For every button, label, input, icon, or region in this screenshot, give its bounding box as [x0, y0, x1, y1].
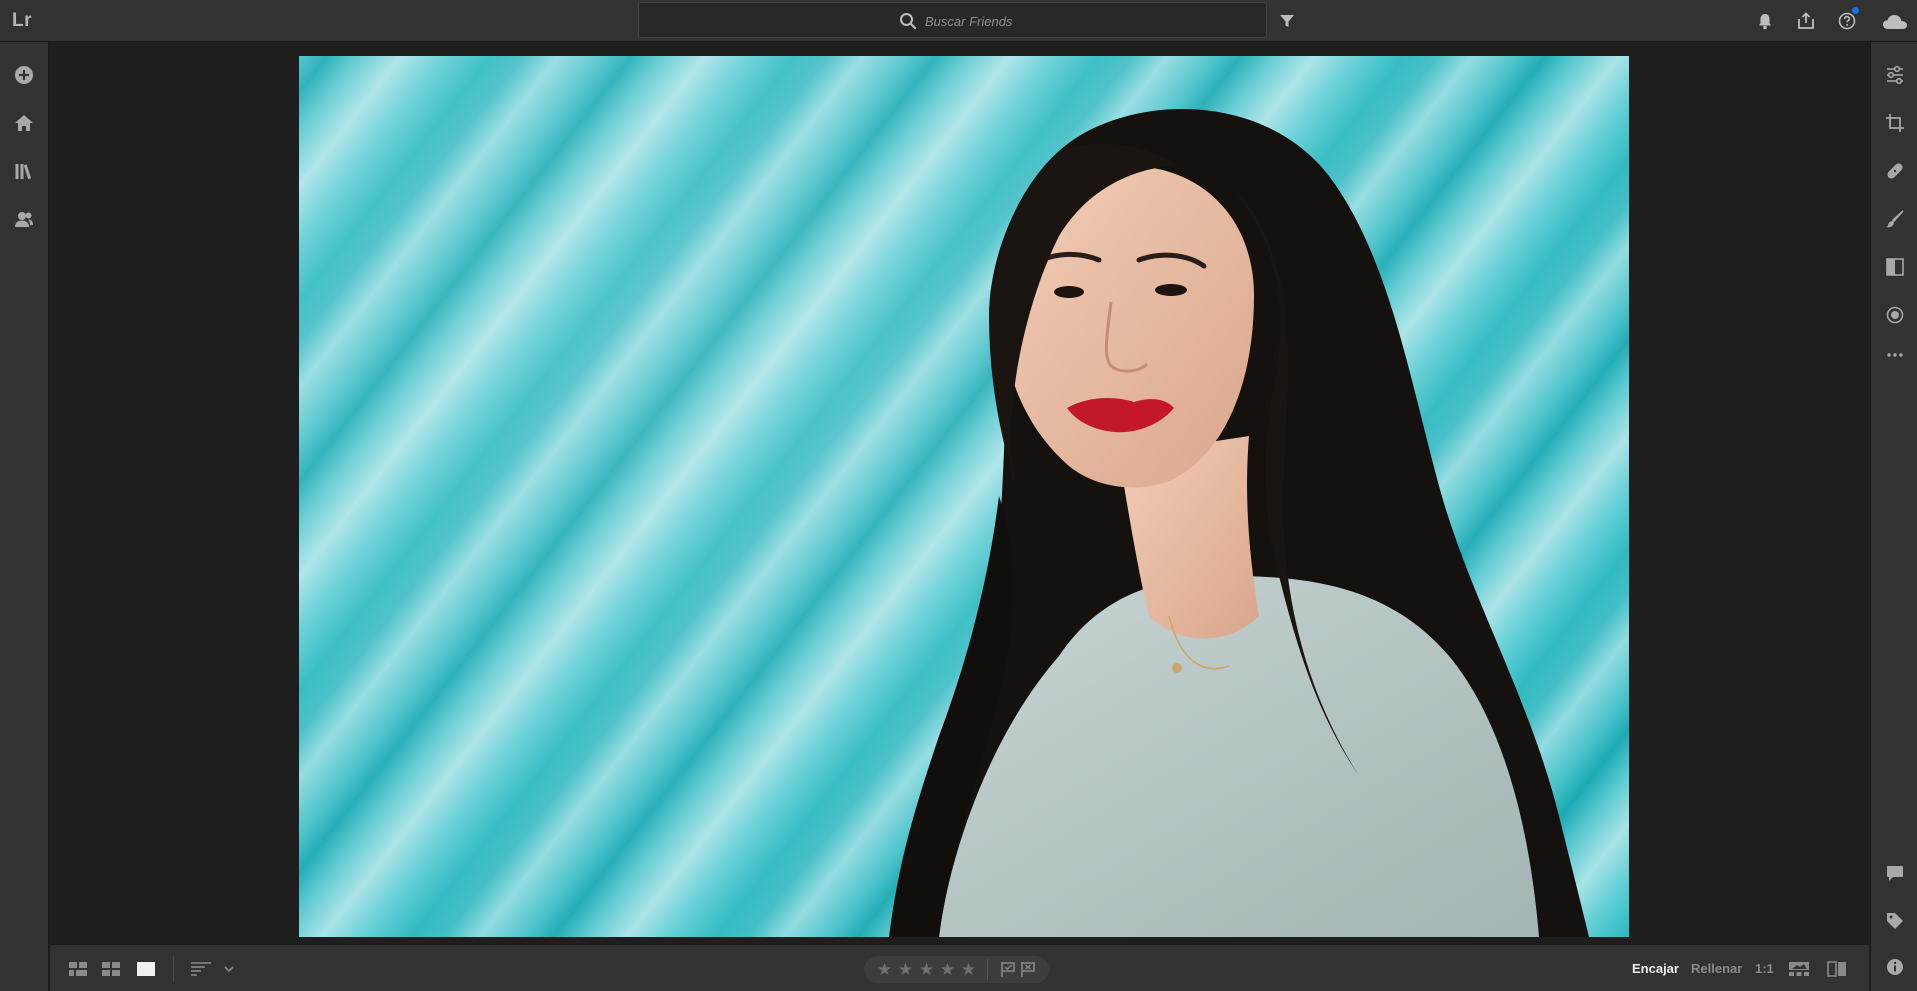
brush-icon [1886, 210, 1904, 228]
pick-flag-icon[interactable] [1000, 961, 1016, 978]
info-button[interactable] [1882, 954, 1908, 980]
tag-icon [1887, 913, 1903, 929]
home-button[interactable] [11, 110, 37, 136]
right-sidebar [1870, 42, 1917, 991]
portrait-illustration [299, 56, 1629, 937]
single-view-icon [137, 962, 155, 976]
star-3[interactable]: ★ [917, 960, 936, 979]
help-button[interactable] [1836, 7, 1859, 32]
rating-and-flags: ★ ★ ★ ★ ★ [864, 956, 1049, 983]
sort-icon [191, 962, 211, 976]
toolbar-divider [173, 956, 174, 982]
photo-canvas[interactable] [50, 43, 1869, 943]
compare-icon [1827, 961, 1846, 977]
square-grid-button[interactable] [68, 958, 88, 980]
library-button[interactable] [11, 158, 37, 184]
crop-icon [1886, 114, 1904, 132]
add-photos-icon [15, 66, 33, 84]
edit-button[interactable] [1882, 62, 1908, 88]
people-icon [15, 212, 33, 227]
filter-icon [1280, 15, 1294, 27]
sort-dropdown-button[interactable] [222, 958, 236, 980]
star-4[interactable]: ★ [938, 960, 957, 979]
comments-button[interactable] [1882, 860, 1908, 886]
app-logo[interactable]: Lr [12, 10, 32, 32]
brush-button[interactable] [1882, 206, 1908, 232]
radial-gradient-icon [1886, 306, 1904, 324]
square-grid-icon [69, 962, 87, 976]
compare-button[interactable] [1826, 958, 1848, 980]
share-icon [1798, 12, 1814, 29]
notifications-button[interactable] [1754, 10, 1776, 32]
filmstrip-icon [1789, 962, 1809, 976]
zoom-fit-button[interactable]: Encajar [1632, 961, 1679, 976]
info-icon [1887, 959, 1903, 975]
add-photos-button[interactable] [11, 62, 37, 88]
linear-gradient-button[interactable] [1882, 254, 1908, 280]
help-notification-badge [1852, 7, 1859, 14]
zoom-one-to-one-button[interactable]: 1:1 [1755, 961, 1774, 976]
cloud-sync-button[interactable] [1881, 10, 1909, 32]
radial-gradient-button[interactable] [1882, 302, 1908, 328]
share-button[interactable] [1795, 10, 1817, 32]
more-tools-button[interactable] [1882, 342, 1908, 368]
star-1[interactable]: ★ [875, 960, 894, 979]
star-5[interactable]: ★ [959, 960, 978, 979]
rating-divider [987, 959, 988, 980]
comments-icon [1887, 865, 1903, 881]
star-2[interactable]: ★ [896, 960, 915, 979]
edit-sliders-icon [1887, 65, 1903, 85]
bell-icon [1759, 13, 1771, 29]
search-input[interactable] [925, 12, 1245, 30]
bottom-bar: ★ ★ ★ ★ ★ Encajar Rellenar 1:1 [50, 944, 1869, 991]
healing-button[interactable] [1882, 158, 1908, 184]
left-sidebar [0, 42, 49, 991]
linear-gradient-icon [1886, 258, 1904, 276]
more-icon [1887, 353, 1903, 357]
zoom-fill-button[interactable]: Rellenar [1691, 961, 1742, 976]
top-bar: Lr [0, 0, 1917, 42]
crop-button[interactable] [1882, 110, 1908, 136]
sort-button[interactable] [190, 958, 212, 980]
lightroom-app: Lr Buscar Friends ★ ★ ★ ★ ★ Encajar Rell… [0, 0, 1917, 991]
detail-grid-icon [102, 962, 120, 976]
search-box[interactable] [638, 2, 1267, 38]
cloud-icon [1883, 14, 1907, 29]
filter-button[interactable] [1276, 10, 1298, 32]
help-icon [1838, 12, 1856, 30]
reject-flag-icon[interactable] [1020, 961, 1036, 978]
keywords-button[interactable] [1882, 908, 1908, 934]
single-view-button[interactable] [136, 958, 156, 980]
home-icon [15, 115, 33, 131]
detail-grid-button[interactable] [101, 958, 121, 980]
library-icon [15, 164, 32, 180]
healing-icon [1887, 163, 1903, 179]
people-button[interactable] [11, 206, 37, 232]
chevron-down-icon [224, 966, 234, 972]
search-icon [900, 13, 917, 30]
main-photo[interactable] [299, 56, 1629, 937]
filmstrip-button[interactable] [1788, 958, 1810, 980]
